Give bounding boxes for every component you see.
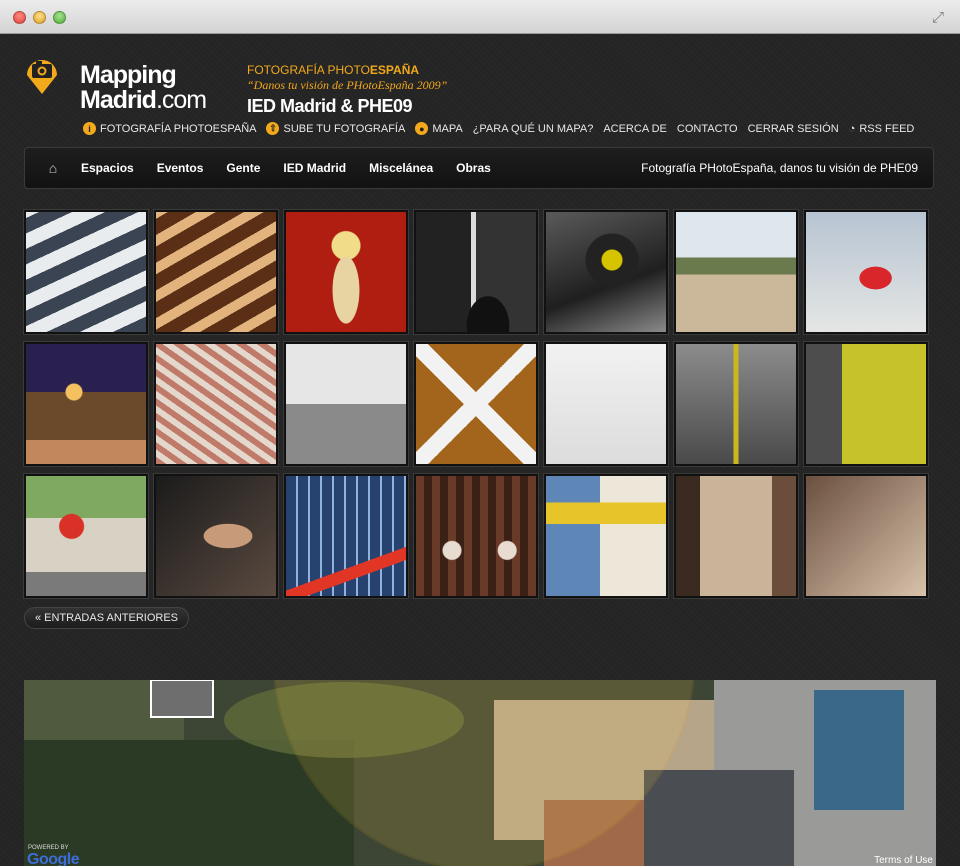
info-icon: i <box>83 122 96 135</box>
close-window-button[interactable] <box>13 11 26 24</box>
page: Mapping Madrid.com FOTOGRAFÍA PHOTOESPAÑ… <box>0 35 960 866</box>
photo-thumbnail[interactable] <box>674 210 798 334</box>
topnav-label: CONTACTO <box>676 122 738 135</box>
photo-thumbnail[interactable] <box>674 474 798 598</box>
promo-heading-a: FOTOGRAFÍA PHOTO <box>247 63 370 77</box>
map-imagery <box>24 680 936 866</box>
photo-thumbnail[interactable] <box>804 474 928 598</box>
promo-heading-b: ESPAÑA <box>369 63 420 77</box>
promo-block: FOTOGRAFÍA PHOTOESPAÑA “Danos tu visión … <box>247 63 447 117</box>
photo-thumbnail[interactable] <box>154 342 278 466</box>
site-logo[interactable]: Mapping Madrid.com <box>80 61 207 114</box>
rss-icon: ◔ <box>848 122 856 135</box>
photo-thumbnail[interactable] <box>24 474 148 598</box>
photo-thumbnail[interactable] <box>544 210 668 334</box>
topnav-item-cerrar[interactable]: CERRAR SESIÓN <box>748 123 839 135</box>
home-icon[interactable]: ⌂ <box>25 160 81 176</box>
window-titlebar: ⤢ <box>0 0 960 34</box>
topnav-label: FOTOGRAFÍA PHOTOESPAÑA <box>100 122 257 135</box>
photo-thumbnail[interactable] <box>804 210 928 334</box>
minimize-window-button[interactable] <box>33 11 46 24</box>
fullscreen-icon[interactable]: ⤢ <box>932 9 944 26</box>
photo-thumbnail[interactable] <box>544 342 668 466</box>
topnav-item-rss[interactable]: ◔ RSS FEED <box>849 123 915 135</box>
camera-pin-icon[interactable] <box>24 53 60 95</box>
menu-item-obras[interactable]: Obras <box>456 161 491 175</box>
topnav-label: MAPA <box>432 122 463 135</box>
promo-heading: FOTOGRAFÍA PHOTOESPAÑA <box>247 63 447 77</box>
topnav-item-mapa[interactable]: ● MAPA <box>415 122 463 135</box>
photo-thumbnail[interactable] <box>414 210 538 334</box>
logo-line1: Mapping <box>80 61 177 89</box>
photo-thumbnail[interactable] <box>24 210 148 334</box>
top-navigation: i FOTOGRAFÍA PHOTOESPAÑA ⇧ SUBE TU FOTOG… <box>83 122 914 135</box>
satellite-map[interactable]: POWERED BY Google Terms of Use <box>24 680 936 866</box>
topnav-label: CERRAR SESIÓN <box>747 122 839 135</box>
topnav-label: ¿PARA QUÉ UN MAPA? <box>472 122 594 135</box>
topnav-item-para-que[interactable]: ¿PARA QUÉ UN MAPA? <box>473 123 594 135</box>
terms-of-use-link[interactable]: Terms of Use <box>874 855 933 866</box>
photo-thumbnail[interactable] <box>154 474 278 598</box>
menu-tagline: Fotografía PHotoEspaña, danos tu visión … <box>641 161 918 175</box>
zoom-window-button[interactable] <box>53 11 66 24</box>
photo-thumbnail[interactable] <box>284 342 408 466</box>
logo-line2-main: Madrid <box>80 86 157 114</box>
topnav-label: SUBE TU FOTOGRAFÍA <box>283 122 406 135</box>
logo-line2-domain: .com <box>155 86 207 114</box>
logo-line2: Madrid.com <box>80 86 207 114</box>
photo-thumbnail[interactable] <box>414 342 538 466</box>
upload-icon: ⇧ <box>266 122 280 135</box>
photo-thumbnail[interactable] <box>544 474 668 598</box>
menu-item-ied-madrid[interactable]: IED Madrid <box>283 161 346 175</box>
topnav-item-fotografia[interactable]: i FOTOGRAFÍA PHOTOESPAÑA <box>83 122 256 135</box>
topnav-item-contacto[interactable]: CONTACTO <box>677 123 738 135</box>
menu-item-eventos[interactable]: Eventos <box>157 161 204 175</box>
topnav-item-acerca[interactable]: ACERCA DE <box>603 123 667 135</box>
photo-thumbnail[interactable] <box>804 342 928 466</box>
menu-item-miscelanea[interactable]: Miscelánea <box>369 161 433 175</box>
promo-slogan: “Danos tu visión de PHotoEspaña 2009” <box>247 78 448 92</box>
topnav-label: ACERCA DE <box>603 122 667 135</box>
photo-thumbnail[interactable] <box>154 210 278 334</box>
map-pin-icon: ● <box>415 122 429 135</box>
photo-thumbnail[interactable] <box>24 342 148 466</box>
menu-item-espacios[interactable]: Espacios <box>81 161 134 175</box>
main-menu: ⌂ Espacios Eventos Gente IED Madrid Misc… <box>24 147 934 189</box>
photo-thumbnail[interactable] <box>674 342 798 466</box>
photo-thumbnail[interactable] <box>284 210 408 334</box>
promo-title: IED Madrid & PHE09 <box>247 96 413 116</box>
menu-item-gente[interactable]: Gente <box>226 161 260 175</box>
photo-thumbnail[interactable] <box>284 474 408 598</box>
google-logo-text: Google <box>27 851 80 866</box>
topnav-label: RSS FEED <box>859 122 915 135</box>
topnav-item-sube[interactable]: ⇧ SUBE TU FOTOGRAFÍA <box>266 122 405 135</box>
photo-thumbnail[interactable] <box>414 474 538 598</box>
previous-entries-button[interactable]: « ENTRADAS ANTERIORES <box>24 607 189 629</box>
google-logo: Google <box>27 851 80 866</box>
photo-grid <box>24 210 930 598</box>
